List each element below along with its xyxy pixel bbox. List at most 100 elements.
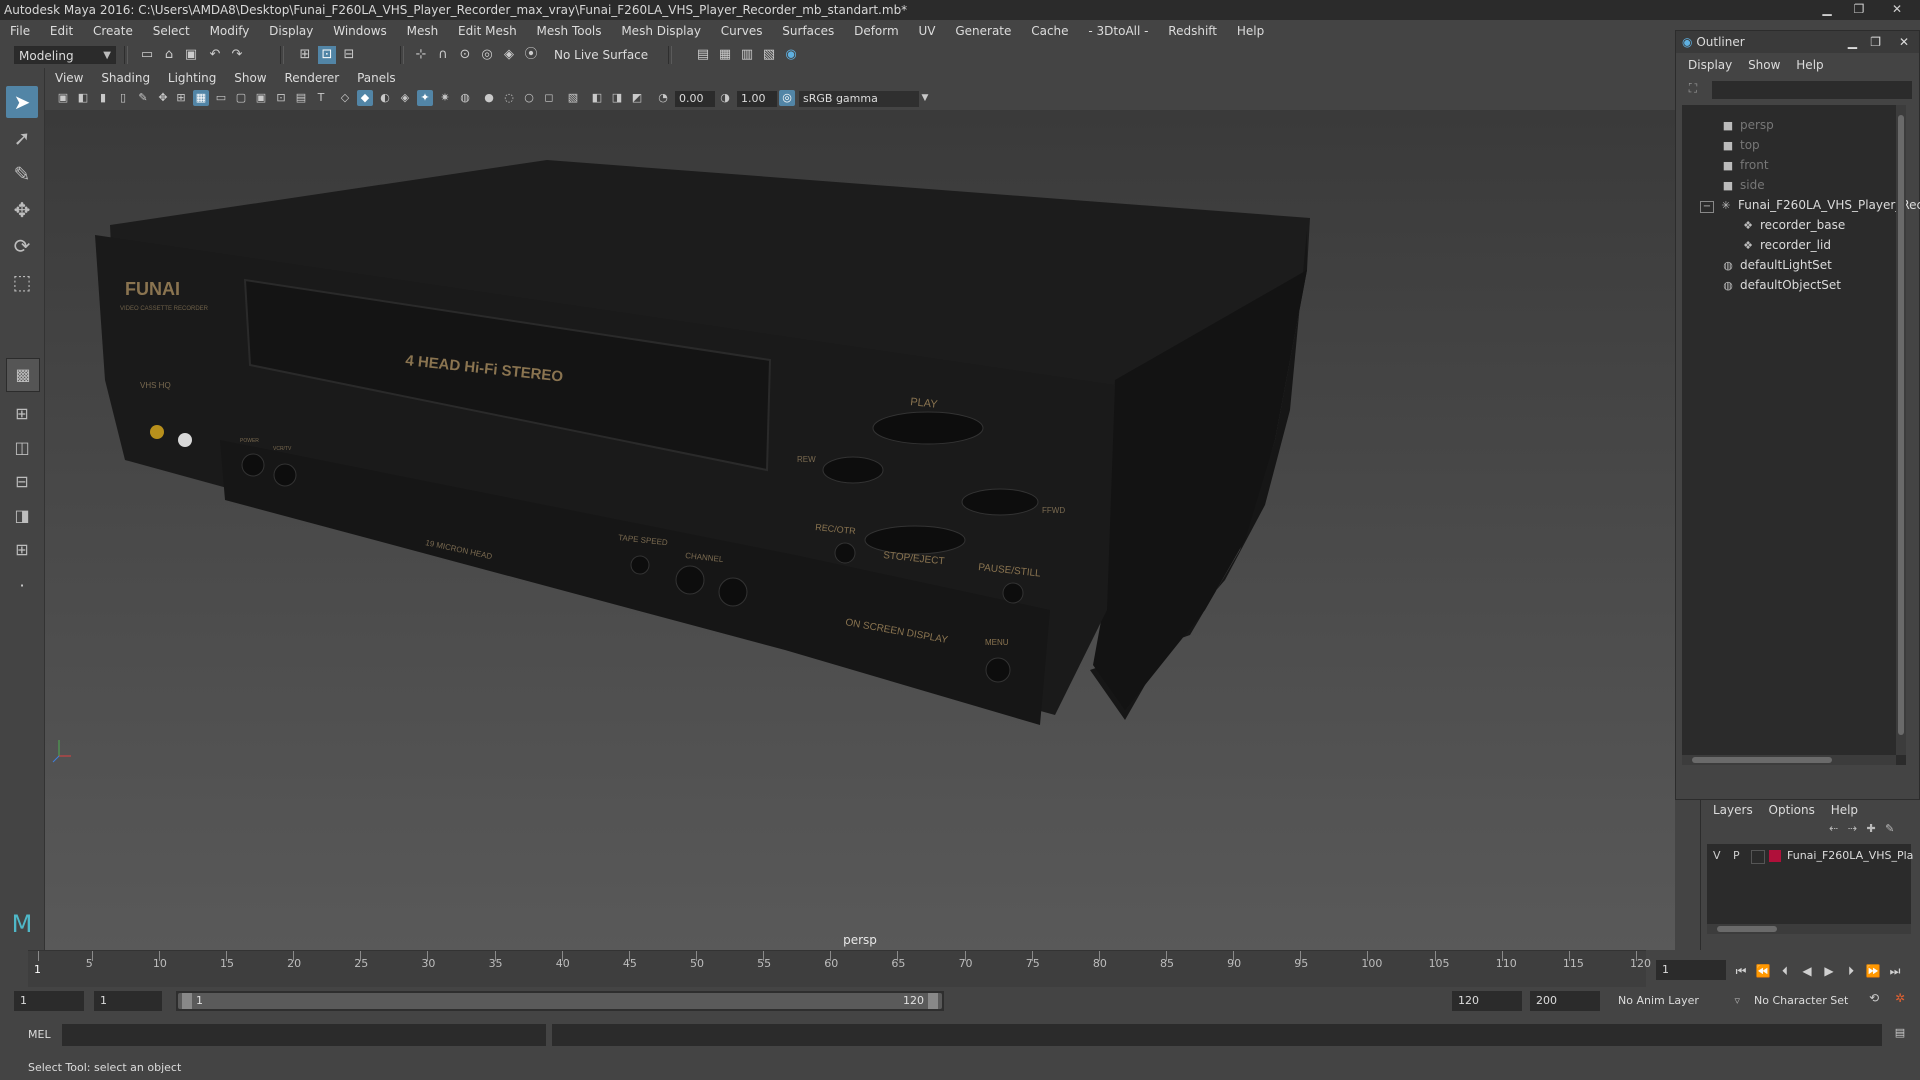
maximize-icon[interactable]: ❐	[1870, 31, 1881, 53]
new-layer-icon[interactable]: ✚	[1866, 822, 1875, 835]
single-perspective-layout-icon[interactable]: ▩	[6, 358, 40, 392]
menu-uv[interactable]: UV	[919, 24, 936, 38]
xray-joints-icon[interactable]: ◧	[589, 90, 605, 106]
film-gate-icon[interactable]: ▭	[213, 90, 229, 106]
menu-mesh-tools[interactable]: Mesh Tools	[537, 24, 602, 38]
play-backwards-icon[interactable]: ◀	[1798, 962, 1816, 980]
minimize-icon[interactable]: ▁	[1848, 31, 1857, 53]
scroll-thumb[interactable]	[1898, 115, 1904, 735]
xray-active-icon[interactable]: ◨	[609, 90, 625, 106]
gamma-field[interactable]: 1.00	[737, 91, 777, 107]
preferences-icon[interactable]: ✲	[1890, 991, 1910, 1011]
render-settings-icon[interactable]: ▤	[694, 46, 712, 64]
depth-of-field-icon[interactable]: ○	[521, 90, 537, 106]
collapse-icon[interactable]: −	[1700, 201, 1714, 213]
script-editor-icon[interactable]: ▤	[1890, 1026, 1910, 1044]
multisample-aa-icon[interactable]: ◌	[501, 90, 517, 106]
shadows-icon[interactable]: ✷	[437, 90, 453, 106]
safe-title-icon[interactable]: T	[313, 90, 329, 106]
maximize-button[interactable]: ❐	[1846, 0, 1872, 18]
menu-cache[interactable]: Cache	[1031, 24, 1068, 38]
menu-edit-mesh[interactable]: Edit Mesh	[458, 24, 517, 38]
step-forward-key-icon[interactable]: ⏩	[1864, 962, 1882, 980]
menu-modify[interactable]: Modify	[210, 24, 250, 38]
backface-icon[interactable]: ◩	[629, 90, 645, 106]
menu-deform[interactable]: Deform	[854, 24, 899, 38]
outliner-item-top[interactable]: ■ top	[1720, 135, 1760, 155]
step-forward-frame-icon[interactable]: ⏵	[1842, 962, 1860, 980]
range-end-grip[interactable]	[928, 993, 938, 1009]
menu-mesh[interactable]: Mesh	[407, 24, 439, 38]
lasso-tool-icon[interactable]: ➚	[6, 122, 38, 154]
wireframe-shading-icon[interactable]: ◇	[337, 90, 353, 106]
menu-3dtoall[interactable]: - 3DtoAll -	[1088, 24, 1148, 38]
wireframe-icon[interactable]: ▦	[193, 90, 209, 106]
menu-create[interactable]: Create	[93, 24, 133, 38]
persp-uv-layout-icon[interactable]: ◨	[6, 500, 38, 532]
current-frame-field[interactable]: 1	[1656, 960, 1726, 980]
render-view-icon[interactable]: ▧	[760, 46, 778, 64]
render-frame-icon[interactable]: ▦	[716, 46, 734, 64]
scale-tool-icon[interactable]: ⬚	[6, 266, 38, 298]
close-button[interactable]: ✕	[1880, 0, 1914, 18]
outliner-item-front[interactable]: ■ front	[1720, 155, 1769, 175]
go-to-start-icon[interactable]: ⏮	[1732, 962, 1750, 980]
menu-edit[interactable]: Edit	[50, 24, 73, 38]
snap-surface-icon[interactable]: ◈	[500, 46, 518, 64]
motion-blur-icon[interactable]: ●	[481, 90, 497, 106]
menu-select[interactable]: Select	[153, 24, 190, 38]
outliner-menu-show[interactable]: Show	[1748, 58, 1780, 72]
range-slider[interactable]: 1 120	[176, 991, 944, 1011]
live-surface-field[interactable]: No Live Surface	[550, 46, 650, 64]
current-time-marker[interactable]: 1	[34, 963, 41, 976]
exposure-field[interactable]: 0.00	[675, 91, 715, 107]
default-material-icon[interactable]: ◐	[377, 90, 393, 106]
new-layer-selected-icon[interactable]: ✎	[1885, 822, 1894, 835]
outliner-item-side[interactable]: ■ side	[1720, 175, 1765, 195]
layer-down-icon[interactable]: ⇢	[1848, 822, 1857, 835]
grid-toggle-icon[interactable]: ⊞	[173, 90, 189, 106]
rotate-tool-icon[interactable]: ⟳	[6, 230, 38, 262]
outliner-hscrollbar[interactable]	[1682, 755, 1896, 765]
snap-live-icon[interactable]: ⦿	[522, 46, 540, 64]
hypershade-layout-icon[interactable]: ⊞	[6, 534, 38, 566]
snap-curve-icon[interactable]: ∩	[434, 46, 452, 64]
camera-attributes-icon[interactable]: ◧	[75, 90, 91, 106]
gamma-icon[interactable]: ◑	[717, 90, 733, 106]
outliner-item-recorder-base[interactable]: ❖ recorder_base	[1740, 215, 1845, 235]
exposure-icon[interactable]: ◔	[655, 90, 671, 106]
layer-type-toggle[interactable]	[1751, 850, 1765, 864]
menu-surfaces[interactable]: Surfaces	[782, 24, 834, 38]
select-component-icon[interactable]: ⊟	[340, 46, 358, 64]
isolate-select-icon[interactable]: ◻	[541, 90, 557, 106]
menu-windows[interactable]: Windows	[333, 24, 387, 38]
scroll-thumb[interactable]	[1692, 757, 1832, 763]
use-lights-icon[interactable]: ✦	[417, 90, 433, 106]
select-hierarchy-icon[interactable]: ⊞	[296, 46, 314, 64]
chevron-down-icon[interactable]: ▼	[917, 90, 933, 106]
ipr-render-icon[interactable]: ▥	[738, 46, 756, 64]
resolution-gate-icon[interactable]: ▢	[233, 90, 249, 106]
save-scene-icon[interactable]: ▣	[182, 46, 200, 64]
outliner-item-recorder-lid[interactable]: ❖ recorder_lid	[1740, 235, 1831, 255]
layer-visibility-toggle[interactable]: V	[1713, 846, 1721, 866]
menu-curves[interactable]: Curves	[721, 24, 763, 38]
step-back-frame-icon[interactable]: ⏴	[1776, 962, 1794, 980]
layers-menu-help[interactable]: Help	[1831, 803, 1858, 817]
time-slider[interactable]: 5 10 15 20 25 30 35 40 45 50 55 60 65 70 75 80 85 90 95 100…	[0, 950, 1920, 987]
textured-icon[interactable]: ◈	[397, 90, 413, 106]
play-forwards-icon[interactable]: ▶	[1820, 962, 1838, 980]
color-management-icon[interactable]: ◎	[779, 90, 795, 106]
step-back-key-icon[interactable]: ⏪	[1754, 962, 1772, 980]
grease-pencil-icon[interactable]: ✎	[135, 90, 151, 106]
playback-start-field[interactable]: 1	[94, 991, 162, 1011]
mode-dropdown[interactable]: Modeling ▼	[14, 46, 116, 64]
panel-menu-panels[interactable]: Panels	[357, 71, 396, 85]
outliner-item-default-object-set[interactable]: ◍ defaultObjectSet	[1720, 275, 1841, 295]
bookmark-icon[interactable]: ▮	[95, 90, 111, 106]
xray-icon[interactable]: ▧	[565, 90, 581, 106]
new-scene-icon[interactable]: ▭	[138, 46, 156, 64]
outliner-item-default-light-set[interactable]: ◍ defaultLightSet	[1720, 255, 1832, 275]
layer-name[interactable]: Funai_F260LA_VHS_Pla	[1787, 846, 1913, 866]
color-space-dropdown[interactable]: sRGB gamma	[799, 91, 919, 107]
